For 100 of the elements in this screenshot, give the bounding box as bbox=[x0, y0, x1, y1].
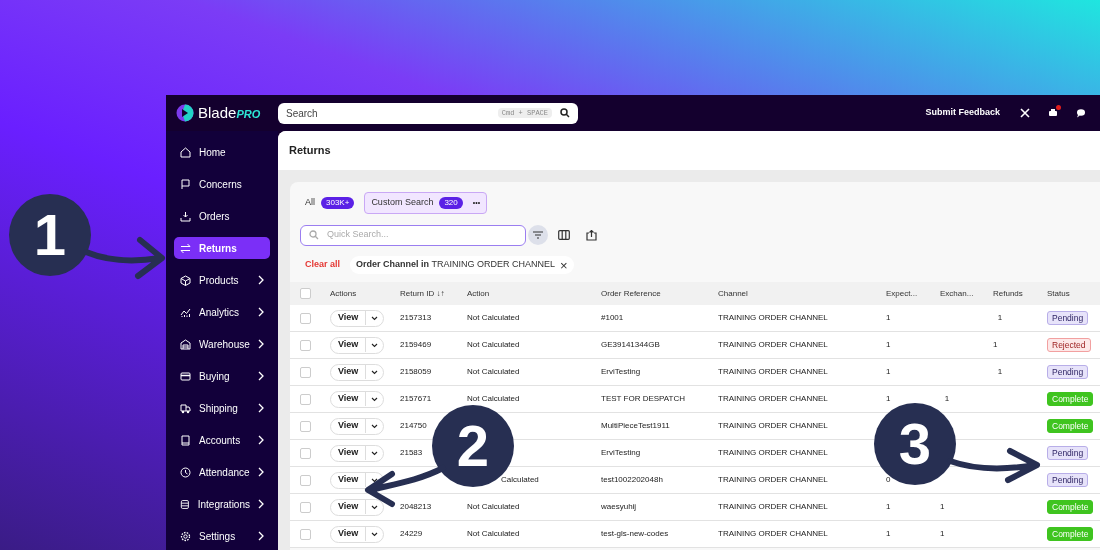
table-cell: 21583 bbox=[400, 447, 423, 459]
table-cell: TRAINING ORDER CHANNEL bbox=[718, 393, 828, 405]
checkbox[interactable] bbox=[300, 474, 311, 486]
view-split-button[interactable]: View bbox=[330, 390, 385, 408]
view-split-button[interactable]: View bbox=[330, 525, 385, 543]
table-cell: 2158059 bbox=[400, 366, 432, 378]
export-icon[interactable] bbox=[586, 229, 597, 241]
view-split-button[interactable]: View bbox=[330, 363, 385, 381]
submit-feedback-link[interactable]: Submit Feedback bbox=[925, 106, 1000, 120]
checkbox[interactable] bbox=[300, 312, 311, 324]
sidebar-item[interactable]: Products bbox=[174, 269, 270, 291]
table-cell: test1002202048h bbox=[601, 474, 663, 486]
status-badge: Rejected bbox=[1047, 338, 1091, 352]
checkbox[interactable] bbox=[300, 447, 311, 459]
sidebar-item[interactable]: Buying bbox=[174, 365, 270, 387]
table-cell: Not Calculated bbox=[467, 366, 520, 378]
table-cell: TEST FOR DESPATCH bbox=[601, 393, 685, 405]
column-header[interactable]: Status bbox=[1047, 287, 1100, 300]
table-cell: TRAINING ORDER CHANNEL bbox=[718, 339, 828, 351]
table-cell: 2157313 bbox=[400, 312, 432, 324]
table-cell: 1 bbox=[886, 393, 891, 405]
view-split-button[interactable]: View bbox=[330, 417, 385, 435]
table-cell: TRAINING ORDER CHANNEL bbox=[718, 474, 828, 486]
checkbox[interactable] bbox=[300, 501, 311, 513]
caret-icon bbox=[371, 423, 379, 429]
column-header[interactable]: Actions bbox=[330, 287, 400, 300]
table-cell: 1 bbox=[886, 366, 891, 378]
sidebar-label: Attendance bbox=[199, 465, 250, 480]
filter-button[interactable] bbox=[528, 225, 548, 245]
sidebar-item[interactable]: Accounts bbox=[174, 429, 270, 451]
close-icon[interactable]: × bbox=[560, 258, 568, 272]
view-split-button[interactable]: View bbox=[330, 336, 385, 354]
table-cell: Not Calculated bbox=[467, 339, 520, 351]
column-header[interactable]: Refunds bbox=[993, 287, 1047, 300]
table-cell: 1 bbox=[993, 339, 998, 351]
checkbox[interactable] bbox=[300, 339, 311, 351]
checkbox[interactable] bbox=[300, 366, 311, 378]
status-badge: Pending bbox=[1047, 473, 1089, 487]
table-cell: 2048213 bbox=[400, 501, 432, 513]
table-cell: test-gls-new-codes bbox=[601, 528, 669, 540]
table-cell: 2157671 bbox=[400, 393, 432, 405]
table-cell: Not Calculated bbox=[467, 393, 520, 405]
warehouse-icon bbox=[180, 338, 191, 350]
status-badge: Complete bbox=[1047, 392, 1094, 406]
step-marker: 1 bbox=[9, 194, 91, 276]
status-badge: Complete bbox=[1047, 527, 1094, 541]
table-cell: Not Calculated bbox=[467, 528, 520, 540]
caret-icon bbox=[371, 369, 379, 375]
view-split-button[interactable]: View bbox=[330, 444, 385, 462]
caret-icon bbox=[371, 504, 379, 510]
column-header[interactable]: Expect... bbox=[886, 287, 940, 300]
table-cell: TRAINING ORDER CHANNEL bbox=[718, 501, 828, 513]
clock-icon bbox=[180, 466, 191, 478]
sidebar-item[interactable]: Home bbox=[174, 141, 270, 163]
filter-chip[interactable]: Order Channel in TRAINING ORDER CHANNEL × bbox=[350, 256, 574, 274]
view-split-button[interactable]: View bbox=[330, 309, 385, 327]
caret-icon bbox=[371, 396, 379, 402]
column-header[interactable]: Exchan... bbox=[940, 287, 993, 300]
column-header[interactable]: Order Reference bbox=[601, 287, 718, 300]
checkbox[interactable] bbox=[300, 288, 311, 299]
checkbox[interactable] bbox=[300, 393, 311, 405]
table-cell: waesyuhij bbox=[601, 501, 637, 513]
clear-all-link[interactable]: Clear all bbox=[305, 258, 341, 272]
sidebar-label: Home bbox=[199, 145, 227, 160]
sidebar-item[interactable]: Analytics bbox=[174, 301, 270, 323]
caret-icon bbox=[371, 531, 379, 537]
chat-icon[interactable] bbox=[1076, 108, 1086, 118]
sidebar-item[interactable]: Shipping bbox=[174, 397, 270, 419]
sidebar-item[interactable]: Concerns bbox=[174, 173, 270, 195]
filter-tab[interactable]: All 303K+ bbox=[305, 192, 355, 214]
sidebar-label: Shipping bbox=[199, 401, 239, 416]
sidebar-item[interactable]: Returns bbox=[174, 237, 270, 259]
table-cell: TRAINING ORDER CHANNEL bbox=[718, 312, 828, 324]
table-cell: 1 bbox=[886, 528, 891, 540]
sidebar-item[interactable]: Warehouse bbox=[174, 333, 270, 355]
checkbox[interactable] bbox=[300, 528, 311, 540]
columns-icon[interactable] bbox=[558, 230, 570, 240]
logo-icon bbox=[176, 104, 194, 122]
caret-icon bbox=[371, 477, 379, 483]
sidebar-item[interactable]: Settings bbox=[174, 525, 270, 547]
table-cell: 1 bbox=[886, 501, 891, 513]
column-header[interactable]: Return ID ↓↑ bbox=[400, 287, 467, 300]
truck-icon bbox=[180, 402, 191, 414]
download-icon bbox=[180, 210, 191, 222]
swap-icon bbox=[180, 242, 191, 254]
table-cell: ErviTesting bbox=[601, 366, 641, 378]
database-icon bbox=[180, 498, 190, 510]
table-cell: TRAINING ORDER CHANNEL bbox=[718, 528, 828, 540]
view-split-button[interactable]: View bbox=[330, 498, 385, 516]
sidebar-item[interactable]: Attendance bbox=[174, 461, 270, 483]
sidebar-item[interactable]: Integrations bbox=[174, 493, 270, 515]
count-badge: 320 bbox=[439, 197, 463, 209]
column-header[interactable]: Action bbox=[467, 287, 601, 300]
status-badge: Pending bbox=[1047, 365, 1089, 379]
column-header[interactable]: Channel bbox=[718, 287, 886, 300]
table-cell: TRAINING ORDER CHANNEL bbox=[718, 420, 828, 432]
table-cell: 2159469 bbox=[400, 339, 432, 351]
sidebar-item[interactable]: Orders bbox=[174, 205, 270, 227]
sidebar-label: Buying bbox=[199, 369, 231, 384]
checkbox[interactable] bbox=[300, 420, 311, 432]
